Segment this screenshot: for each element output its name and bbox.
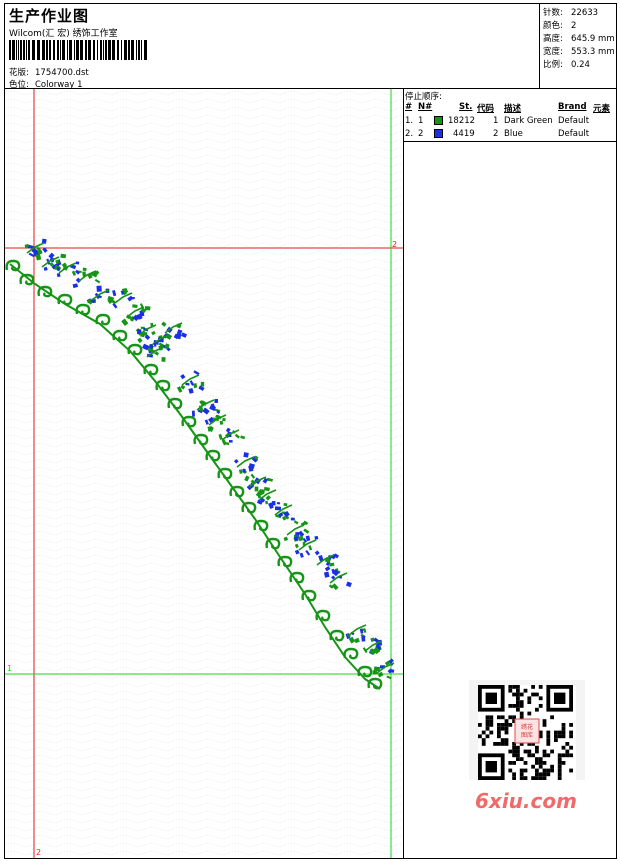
guide-label-top: 2 [392,240,397,249]
guide-label-bottom: 1 [7,664,12,673]
stitch-mark [82,267,87,271]
stat-scale: 比例: 0.24 [543,60,590,70]
col-header-index: # [405,102,413,112]
stat-stitches: 针数: 22633 [543,8,599,18]
side-divider [403,89,404,858]
stop-sequence-panel: 停止顺序: # N# St. 代码 描述 Brand 元素 1. 1 18212… [405,92,611,139]
col-header-n: N# [418,102,433,112]
header-info: 生产作业图 Wilcom(汇 宏) 绣饰工作室 花版: 1754700.dst 色… [5,4,539,90]
col-header-code: 代码 [477,104,495,114]
stat-height: 高度: 645.9 mm [543,34,615,44]
col-header-element: 元素 [593,104,611,114]
stitch-mark [290,517,295,521]
fabric-texture [5,89,403,858]
guide-label-foot: 2 [36,848,41,857]
stitch-mark [176,333,182,340]
stitch-mark [271,501,276,506]
color-swatch [434,116,443,125]
stitch-mark [161,357,166,362]
stats-panel: 针数: 22633 颜色: 2 高度: 645.9 mm 宽度: 553.3 mm 比例… [539,4,618,88]
stitch-mark [56,267,60,271]
barcode [9,40,147,60]
embroidery-design: 2 1 2 [5,89,403,858]
company-name: Wilcom(汇 宏) 绣饰工作室 [9,29,118,39]
qr-logo [514,718,540,744]
stitch-mark [228,439,233,443]
col-header-brand: Brand [558,102,587,112]
stitch-mark [243,452,249,458]
stop-sequence-title: 停止顺序: [405,92,442,102]
stitch-mark [132,304,138,308]
stitch-mark [254,486,259,492]
page-title: 生产作业图 [9,7,90,25]
stitch-mark [361,635,366,642]
stitch-mark [60,253,67,259]
stitch-mark [191,410,195,417]
qr-code: 绣花图库 [478,685,576,781]
stitch-mark [314,535,319,540]
col-header-stitches: St. [459,102,473,112]
watermark-text: 6xiu.com [475,789,577,813]
stop-panel-divider [404,141,617,142]
design-canvas: 2 1 2 [5,89,403,858]
stitch-mark [214,399,218,403]
stitch-mark [96,285,102,292]
stitch-mark [144,306,151,311]
stitch-mark [75,261,80,265]
stitch-mark [222,417,226,422]
stitch-mark [276,502,281,505]
col-header-description: 描述 [504,104,522,114]
stitch-mark [274,506,282,511]
pattern-value: 1754700.dst [35,68,89,78]
stitch-mark [207,426,213,432]
pattern-line: 花版: 1754700.dst [9,68,89,78]
stat-width: 宽度: 553.3 mm [543,47,615,57]
stitch-mark [200,381,205,387]
stat-colors: 颜色: 2 [543,21,577,31]
color-swatch [434,129,443,138]
